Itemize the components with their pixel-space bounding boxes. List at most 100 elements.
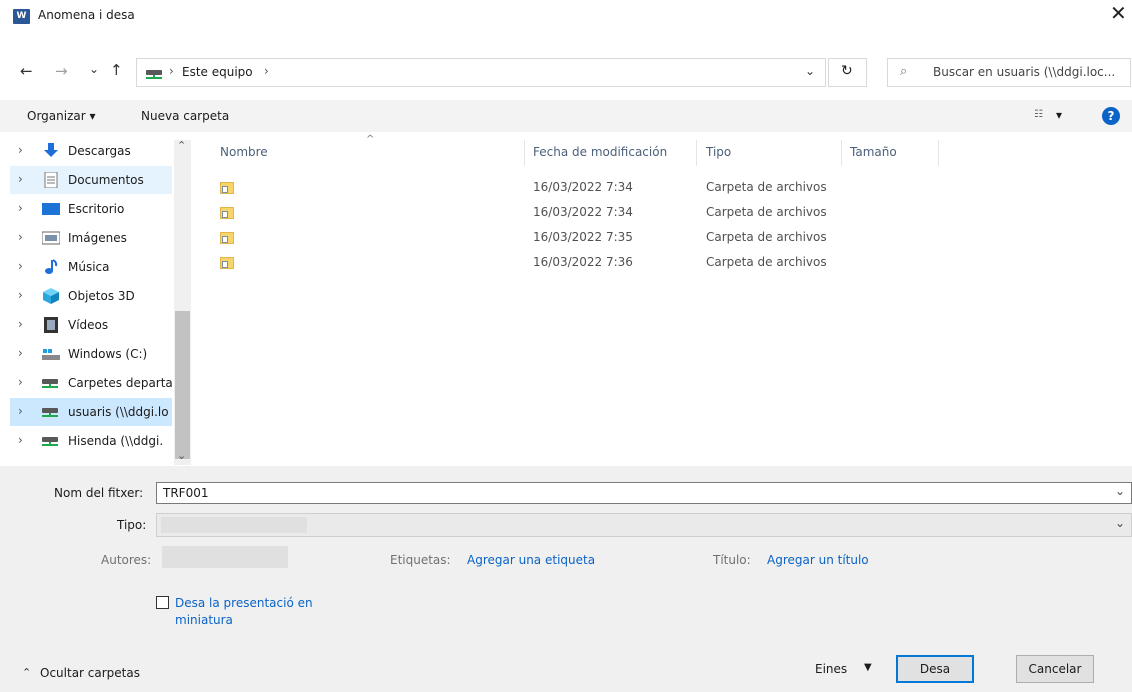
tree-item-windows-c[interactable]: › Windows (C:) [10, 340, 172, 368]
filename-dropdown-icon[interactable]: ⌄ [1115, 484, 1125, 498]
expand-chevron-icon[interactable]: › [18, 288, 23, 302]
tree-item-hisenda[interactable]: › Hisenda (\\ddgi. [10, 427, 172, 455]
address-bar[interactable]: › Este equipo › ⌄ [136, 58, 826, 87]
breadcrumb-separator-icon[interactable]: › [264, 64, 269, 78]
tree-item-escritorio[interactable]: › Escritorio [10, 195, 172, 223]
search-box[interactable]: ⌕ Buscar en usuaris (\\ddgi.loc... [887, 58, 1131, 87]
cancel-button[interactable]: Cancelar [1016, 655, 1094, 683]
file-type: Carpeta de archivos [706, 255, 827, 269]
tree-item-carpetes-departa[interactable]: › Carpetes departa [10, 369, 172, 397]
filename-label: Nom del fitxer: [54, 486, 144, 500]
filename-input[interactable]: TRF001 ⌄ [156, 482, 1132, 504]
save-button[interactable]: Desa [896, 655, 974, 683]
download-icon [42, 143, 60, 159]
expand-chevron-icon[interactable]: › [18, 259, 23, 273]
tree-scrollbar-thumb[interactable] [175, 311, 190, 459]
tree-item-usuaris[interactable]: › usuaris (\\ddgi.lo [10, 398, 172, 426]
tree-item-imagenes[interactable]: › Imágenes [10, 224, 172, 252]
column-header-name[interactable]: Nombre [220, 145, 268, 159]
hide-folders-button[interactable]: Ocultar carpetas [40, 666, 140, 680]
tree-item-label: usuaris (\\ddgi.lo [68, 405, 169, 419]
expand-chevron-icon[interactable]: › [18, 172, 23, 186]
expand-chevron-icon[interactable]: › [18, 433, 23, 447]
file-type: Carpeta de archivos [706, 230, 827, 244]
tags-label: Etiquetas: [390, 553, 451, 567]
tree-item-label: Música [68, 260, 110, 274]
add-tag-link[interactable]: Agregar una etiqueta [467, 553, 595, 567]
expand-chevron-icon[interactable]: › [18, 230, 23, 244]
computer-icon [146, 67, 162, 81]
back-button[interactable]: ← [20, 63, 33, 79]
scroll-up-icon[interactable]: ⌃ [177, 139, 186, 152]
authors-field[interactable] [162, 546, 288, 568]
save-thumbnail-label[interactable]: Desa la presentació en [175, 596, 313, 610]
recent-locations-button[interactable]: ⌄ [89, 61, 99, 77]
expand-chevron-icon[interactable]: › [18, 317, 23, 331]
save-thumbnail-checkbox[interactable] [156, 596, 169, 609]
search-input[interactable]: Buscar en usuaris (\\ddgi.loc... [933, 65, 1115, 79]
new-folder-button[interactable]: Nueva carpeta [141, 109, 229, 123]
file-row[interactable]: 16/03/2022 7:34 Carpeta de archivos [210, 176, 850, 200]
column-header-date[interactable]: Fecha de modificación [533, 145, 667, 159]
window-title: Anomena i desa [38, 8, 135, 22]
expand-chevron-icon[interactable]: › [18, 346, 23, 360]
address-dropdown-icon[interactable]: ⌄ [805, 64, 815, 78]
view-options-icon[interactable]: ☷ [1034, 109, 1043, 120]
network-drive-icon [42, 433, 60, 449]
column-divider[interactable] [696, 140, 697, 166]
close-button[interactable]: ✕ [1110, 3, 1127, 23]
authors-label: Autores: [101, 553, 152, 567]
tree-item-documentos[interactable]: › Documentos [10, 166, 172, 194]
collapse-chevron-icon[interactable]: ⌃ [22, 666, 31, 679]
tree-item-label: Objetos 3D [68, 289, 135, 303]
file-date: 16/03/2022 7:34 [533, 205, 633, 219]
tree-item-label: Escritorio [68, 202, 125, 216]
file-date: 16/03/2022 7:34 [533, 180, 633, 194]
organize-button[interactable]: Organizar ▾ [27, 109, 96, 123]
tree-item-label: Descargas [68, 144, 131, 158]
tree-item-label: Documentos [68, 173, 144, 187]
expand-chevron-icon[interactable]: › [18, 143, 23, 157]
expand-chevron-icon[interactable]: › [18, 404, 23, 418]
tools-dropdown-icon[interactable]: ▼ [864, 662, 872, 673]
file-row[interactable]: 16/03/2022 7:35 Carpeta de archivos [210, 226, 850, 250]
tree-item-label: Vídeos [68, 318, 109, 332]
windows-drive-icon [42, 346, 60, 362]
up-button[interactable]: ↑ [110, 62, 123, 78]
file-date: 16/03/2022 7:36 [533, 255, 633, 269]
tree-item-videos[interactable]: › Vídeos [10, 311, 172, 339]
file-row[interactable]: 16/03/2022 7:34 Carpeta de archivos [210, 201, 850, 225]
column-divider[interactable] [841, 140, 842, 166]
forward-button[interactable]: → [55, 63, 68, 79]
type-dropdown-icon[interactable]: ⌄ [1115, 516, 1125, 530]
column-header-size[interactable]: Tamaño [850, 145, 897, 159]
tools-button[interactable]: Eines [815, 662, 847, 676]
file-type-select[interactable]: ⌄ [156, 513, 1132, 537]
view-options-dropdown[interactable]: ▾ [1056, 108, 1062, 122]
scroll-down-icon[interactable]: ⌄ [177, 449, 186, 462]
tree-item-label: Windows (C:) [68, 347, 148, 361]
expand-chevron-icon[interactable]: › [18, 375, 23, 389]
column-header-type[interactable]: Tipo [706, 145, 731, 159]
column-divider[interactable] [524, 140, 525, 166]
file-row[interactable]: 16/03/2022 7:36 Carpeta de archivos [210, 251, 850, 275]
type-label: Tipo: [117, 518, 147, 532]
pictures-icon [41, 230, 61, 246]
column-divider[interactable] [938, 140, 939, 166]
tree-item-descargas[interactable]: › Descargas [10, 137, 172, 165]
search-icon: ⌕ [900, 64, 908, 79]
expand-chevron-icon[interactable]: › [18, 201, 23, 215]
tree-item-objetos-3d[interactable]: › Objetos 3D [10, 282, 172, 310]
save-thumbnail-label-line2[interactable]: miniatura [175, 613, 233, 627]
add-title-link[interactable]: Agregar un título [767, 553, 869, 567]
tree-item-musica[interactable]: › Música [10, 253, 172, 281]
title-label: Título: [713, 553, 751, 567]
folder-icon [220, 230, 234, 244]
sort-ascending-icon: ^ [366, 134, 375, 145]
command-toolbar: Organizar ▾ Nueva carpeta ☷ ▾ ? [0, 100, 1132, 132]
help-icon[interactable]: ? [1102, 107, 1120, 125]
breadcrumb-item-este-equipo[interactable]: Este equipo [182, 65, 253, 79]
breadcrumb-separator-icon: › [169, 64, 174, 78]
objects-3d-icon [42, 288, 60, 304]
refresh-button[interactable]: ↻ [828, 58, 867, 87]
